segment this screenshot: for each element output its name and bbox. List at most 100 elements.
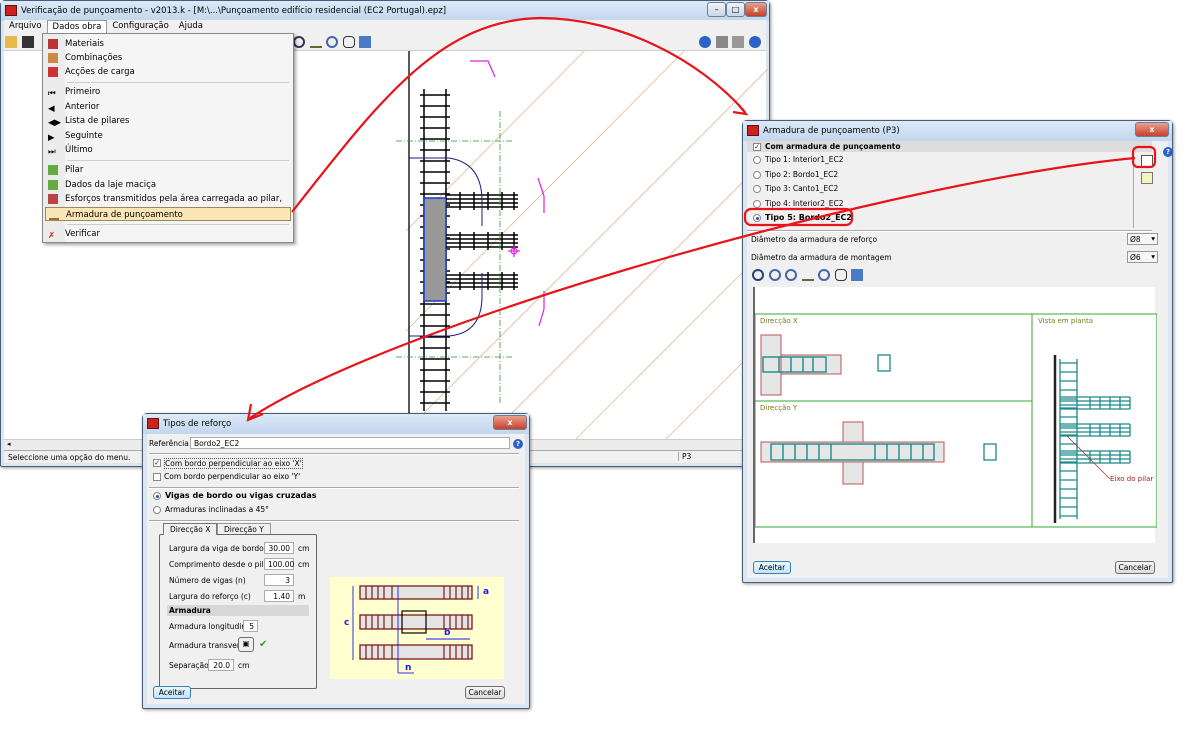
reference-input[interactable]: Bordo2_EC2 [190, 437, 510, 449]
section-x [760, 334, 842, 396]
tipos-title: Tipos de reforço [163, 419, 232, 429]
first-icon: ⏮ [48, 89, 56, 99]
armadura-cancel-button[interactable]: Cancelar [1115, 561, 1155, 574]
measure-icon[interactable] [309, 36, 322, 48]
section-lines [396, 111, 514, 403]
long-input[interactable]: 5 [243, 620, 258, 632]
maximize-button[interactable]: □ [726, 2, 745, 17]
armadura-dialog: Armadura de punçoamento (P3) x ✓ Com arm… [742, 120, 1173, 583]
menu-arquivo[interactable]: Arquivo [4, 20, 47, 34]
app-icon [747, 125, 759, 136]
minimize-button[interactable]: – [707, 2, 726, 17]
sep-input[interactable]: 20.0 [208, 659, 234, 671]
menu-item-anterior[interactable]: ◀ Anterior [45, 100, 291, 114]
field-input-3[interactable]: 1.40 [264, 590, 294, 602]
close-button[interactable]: x [745, 2, 767, 17]
pan-hand-icon[interactable] [342, 36, 355, 48]
print-preview-icon[interactable] [732, 36, 745, 48]
menu-item-seguinte[interactable]: ▶ Seguinte [45, 129, 291, 143]
tab-direccao-x[interactable]: Direcção X [163, 523, 218, 535]
trans-edit-button[interactable]: ▣ [238, 637, 254, 652]
edge-x-checkbox[interactable]: ✓ [153, 459, 161, 467]
reinf-diameter-select[interactable]: Ø8 [1127, 233, 1158, 245]
redraw-icon[interactable] [851, 269, 864, 281]
globe-icon[interactable] [699, 36, 712, 48]
print-icon[interactable] [715, 36, 728, 48]
field-unit-1: cm [298, 560, 310, 569]
field-input-1[interactable]: 100.00 [264, 558, 294, 570]
zoom-icon[interactable] [293, 36, 305, 48]
stirrup-icon-x [877, 354, 891, 372]
field-label-0: Largura da viga de bordo (a) [169, 544, 277, 553]
mount-diameter-select[interactable]: Ø6 [1127, 251, 1158, 263]
new-type-icon[interactable] [1141, 172, 1153, 184]
dim-b: b [444, 628, 451, 638]
edit-type-icon[interactable] [1141, 155, 1153, 167]
help-icon[interactable] [749, 36, 761, 48]
menu-configuracao[interactable]: Configuração [107, 20, 173, 34]
beams-radio[interactable] [153, 492, 161, 500]
menu-dados-obra[interactable]: Dados obra [46, 20, 108, 34]
field-input-0[interactable]: 30.00 [264, 542, 294, 554]
edge-y-label: Com bordo perpendicular ao eixo 'Y' [164, 472, 301, 481]
save-icon[interactable] [21, 36, 34, 48]
type-radio-1[interactable] [753, 156, 761, 164]
sep-label: Separação [169, 661, 209, 670]
zoom-window-icon[interactable] [818, 269, 831, 281]
menu-item-pilar[interactable]: Pilar [45, 163, 291, 177]
tipos-cancel-button[interactable]: Cancelar [465, 686, 505, 699]
inclined-radio[interactable] [153, 506, 161, 514]
menu-item-accoes-carga[interactable]: Acções de carga [45, 65, 291, 79]
edge-y-checkbox[interactable] [153, 473, 161, 481]
menu-item-ultimo[interactable]: ⏭ Último [45, 143, 291, 157]
inclined-label: Armaduras inclinadas a 45° [165, 505, 269, 514]
menu-item-armadura-puncoamento[interactable]: Armadura de punçoamento [45, 207, 291, 221]
menu-item-materiais[interactable]: Materiais [45, 37, 291, 51]
long-label: Armadura longitudinal [169, 622, 253, 631]
reinforcement-icon [49, 210, 59, 220]
dim-a: a [483, 587, 490, 597]
check-icon: ✔ [259, 639, 268, 650]
dim-c: c [344, 618, 350, 628]
pillar-axis-leader [1066, 435, 1111, 480]
armadura-close-button[interactable]: x [1135, 122, 1169, 137]
redraw-icon[interactable] [359, 36, 372, 48]
beams-label: Vigas de bordo ou vigas cruzadas [165, 491, 317, 500]
tipos-close-button[interactable]: x [493, 415, 527, 430]
combinations-icon [48, 53, 58, 63]
zoom-out-icon[interactable] [785, 269, 798, 281]
panels-frame [754, 313, 1158, 528]
help-icon[interactable]: ? [1163, 147, 1173, 157]
type-label-1: Tipo 1: Interior1_EC2 [765, 155, 844, 164]
field-label-2: Número de vigas (n) [169, 576, 246, 585]
tipos-reforco-dialog: Tipos de reforço x Referência Bordo2_EC2… [142, 413, 530, 709]
sep-unit: cm [238, 661, 250, 670]
type-radio-5[interactable] [753, 214, 761, 222]
menu-ajuda[interactable]: Ajuda [174, 20, 208, 34]
layout-diagram: a b c n [330, 577, 504, 679]
edge-x-label: Com bordo perpendicular ao eixo 'X' [164, 458, 303, 469]
menu-item-verificar[interactable]: ✗ Verificar [45, 227, 291, 241]
tipos-accept-button[interactable]: Aceitar [153, 686, 191, 699]
zoom-all-icon[interactable] [752, 269, 764, 281]
type-radio-3[interactable] [753, 185, 761, 193]
armadura-accept-button[interactable]: Aceitar [753, 561, 791, 574]
menu-item-primeiro[interactable]: ⏮ Primeiro [45, 85, 291, 99]
enable-reinforcement-checkbox[interactable]: ✓ [753, 143, 761, 151]
menu-item-lista-pilares[interactable]: ◀▶ Lista de pilares [45, 114, 291, 128]
open-icon[interactable] [5, 36, 17, 48]
measure-icon[interactable] [801, 269, 814, 281]
detail-viewport[interactable]: Direcção X Direcção Y Vista em planta Ei… [753, 287, 1158, 543]
help-icon[interactable]: ? [513, 439, 523, 449]
pillar-axis-label: Eixo do pilar [1110, 475, 1154, 483]
type-radio-4[interactable] [753, 199, 761, 208]
pan-hand-icon[interactable] [834, 269, 847, 281]
menu-item-esforcos[interactable]: Esforços transmitidos pela área carregad… [45, 192, 291, 218]
field-input-2[interactable]: 3 [264, 574, 294, 586]
zoom-window-icon[interactable] [326, 36, 339, 48]
type-radio-2[interactable] [753, 170, 761, 179]
menu-item-dados-laje[interactable]: Dados da laje maciça [45, 178, 291, 192]
forces-icon [48, 194, 58, 204]
zoom-in-icon[interactable] [768, 269, 781, 281]
menu-item-combinacoes[interactable]: Combinações [45, 51, 291, 65]
